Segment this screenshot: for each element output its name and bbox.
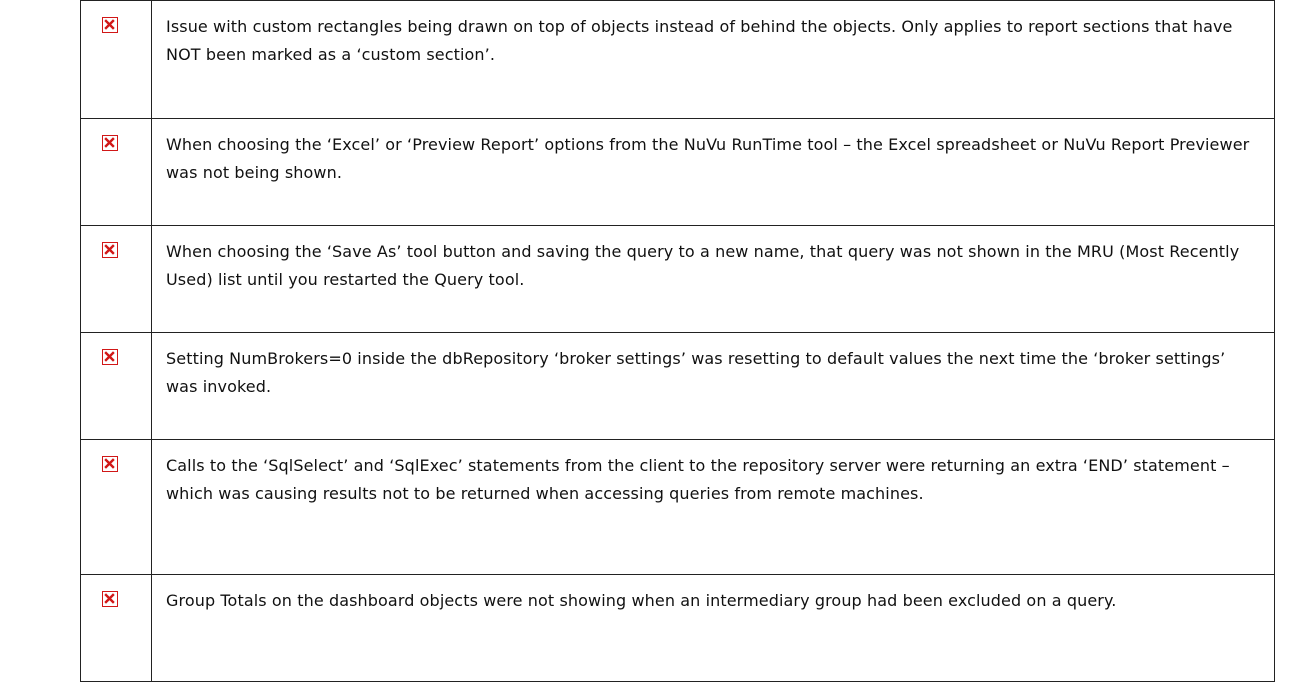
status-cell [80,0,152,119]
issue-description: When choosing the ‘Save As’ tool button … [151,225,1275,333]
red-x-checkbox-icon [102,349,118,365]
table-row: Calls to the ‘SqlSelect’ and ‘SqlExec’ s… [80,439,1275,575]
status-cell [80,439,152,575]
status-cell [80,118,152,226]
table-row: Setting NumBrokers=0 inside the dbReposi… [80,332,1275,440]
issues-table: Issue with custom rectangles being drawn… [80,0,1275,682]
red-x-checkbox-icon [102,242,118,258]
issue-description: Setting NumBrokers=0 inside the dbReposi… [151,332,1275,440]
red-x-checkbox-icon [102,135,118,151]
table-row: Issue with custom rectangles being drawn… [80,0,1275,119]
issue-description: Issue with custom rectangles being drawn… [151,0,1275,119]
red-x-checkbox-icon [102,591,118,607]
table-row: When choosing the ‘Save As’ tool button … [80,225,1275,333]
red-x-checkbox-icon [102,456,118,472]
issue-description: Group Totals on the dashboard objects we… [151,574,1275,682]
status-cell [80,225,152,333]
table-row: Group Totals on the dashboard objects we… [80,574,1275,682]
issue-description: Calls to the ‘SqlSelect’ and ‘SqlExec’ s… [151,439,1275,575]
status-cell [80,574,152,682]
issue-description: When choosing the ‘Excel’ or ‘Preview Re… [151,118,1275,226]
status-cell [80,332,152,440]
red-x-checkbox-icon [102,17,118,33]
table-row: When choosing the ‘Excel’ or ‘Preview Re… [80,118,1275,226]
